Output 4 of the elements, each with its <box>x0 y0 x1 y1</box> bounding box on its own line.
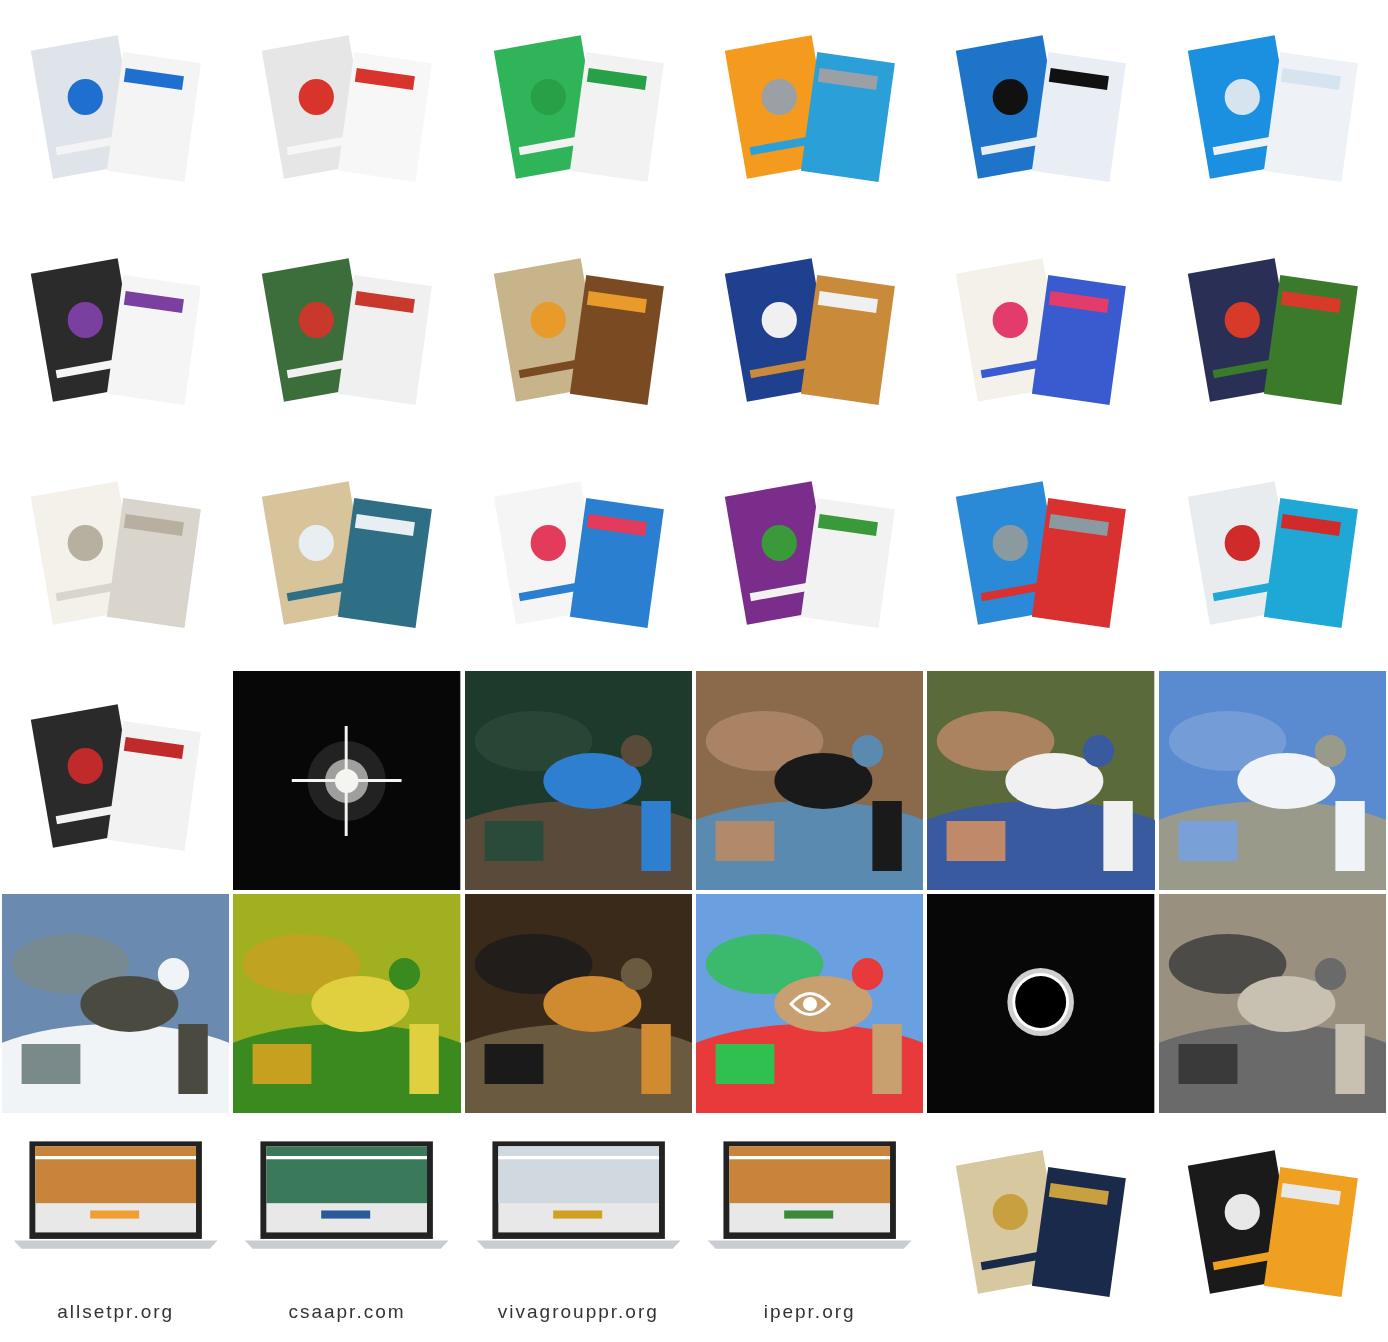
site-caption[interactable]: csaapr.com <box>233 1295 461 1323</box>
site-caption[interactable]: ipepr.org <box>696 1295 924 1323</box>
site-caption[interactable]: vivagrouppr.org <box>464 1295 692 1323</box>
site-caption[interactable]: allsetpr.org <box>2 1295 230 1323</box>
